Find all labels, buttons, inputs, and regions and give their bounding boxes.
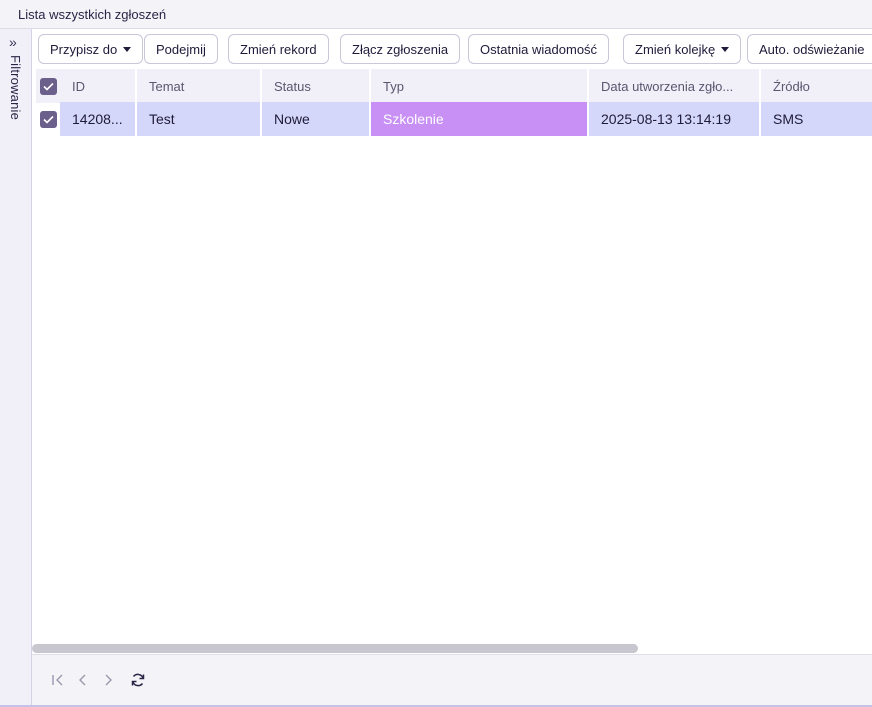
column-header-type[interactable]: Typ — [371, 69, 587, 103]
take-button[interactable]: Podejmij — [144, 34, 218, 64]
merge-tickets-button[interactable]: Złącz zgłoszenia — [340, 34, 461, 64]
check-icon — [42, 115, 54, 124]
column-header-label: ID — [72, 78, 85, 94]
column-header-topic[interactable]: Temat — [137, 69, 260, 103]
double-chevron-right-icon: » — [9, 34, 17, 50]
horizontal-scrollbar[interactable] — [32, 642, 872, 654]
change-queue-dropdown[interactable]: Zmień kolejkę — [623, 34, 742, 64]
cell-created: 2025-08-13 13:14:19 — [589, 102, 759, 136]
refresh-icon[interactable] — [129, 671, 147, 689]
column-header-label: Data utworzenia zgło... — [601, 78, 734, 94]
column-header-label: Typ — [383, 78, 404, 94]
row-checkbox-cell[interactable] — [36, 102, 60, 136]
column-header-id[interactable]: ID — [60, 69, 135, 103]
column-header-status[interactable]: Status — [262, 69, 369, 103]
caret-down-icon — [721, 46, 730, 52]
change-record-button[interactable]: Zmień rekord — [228, 34, 329, 64]
cell-status: Nowe — [262, 102, 369, 136]
main-content: Przypisz do Podejmij Zmień rekord Złącz … — [32, 29, 872, 707]
app-window: Lista wszystkich zgłoszeń » Filtrowanie … — [0, 0, 872, 707]
take-label: Podejmij — [156, 41, 206, 57]
change-queue-label: Zmień kolejkę — [635, 41, 716, 57]
first-page-icon[interactable] — [49, 671, 67, 689]
select-all-checkbox[interactable] — [39, 77, 57, 95]
cell-source: SMS — [761, 102, 872, 136]
column-header-created[interactable]: Data utworzenia zgło... — [589, 69, 759, 103]
filter-panel-toggle[interactable]: » Filtrowanie — [0, 29, 32, 707]
column-header-source[interactable]: Źródło — [761, 69, 872, 103]
cell-type: Szkolenie — [371, 102, 587, 136]
select-all-checkbox-cell[interactable] — [36, 69, 60, 103]
table-header: ID Temat Status Typ Data utworzenia zgło… — [32, 69, 872, 103]
column-header-label: Źródło — [773, 78, 810, 94]
assign-to-dropdown[interactable]: Przypisz do — [38, 34, 144, 64]
page-title: Lista wszystkich zgłoszeń — [18, 7, 167, 22]
title-bar: Lista wszystkich zgłoszeń — [0, 0, 872, 29]
auto-refresh-label: Auto. odświeżanie — [759, 41, 865, 57]
row-checkbox[interactable] — [39, 110, 57, 128]
column-header-label: Temat — [149, 78, 185, 94]
merge-tickets-label: Złącz zgłoszenia — [352, 41, 449, 57]
previous-page-icon[interactable] — [74, 671, 92, 689]
pagination-bar — [32, 654, 872, 707]
scrollbar-thumb[interactable] — [32, 644, 638, 653]
filter-panel-label: Filtrowanie — [8, 55, 23, 121]
check-icon — [42, 82, 54, 91]
column-header-label: Status — [274, 78, 311, 94]
next-page-icon[interactable] — [99, 671, 117, 689]
toolbar: Przypisz do Podejmij Zmień rekord Złącz … — [32, 29, 872, 69]
cell-topic: Test — [137, 102, 260, 136]
auto-refresh-button[interactable]: Auto. odświeżanie — [747, 34, 872, 64]
change-record-label: Zmień rekord — [240, 41, 317, 57]
caret-down-icon — [123, 46, 132, 52]
cell-id: 14208... — [60, 102, 135, 136]
assign-to-label: Przypisz do — [50, 41, 118, 57]
table-row[interactable]: 14208... Test Nowe Szkolenie 2025-08-13 … — [32, 102, 872, 136]
last-message-button[interactable]: Ostatnia wiadomość — [468, 34, 610, 64]
last-message-label: Ostatnia wiadomość — [480, 41, 598, 57]
